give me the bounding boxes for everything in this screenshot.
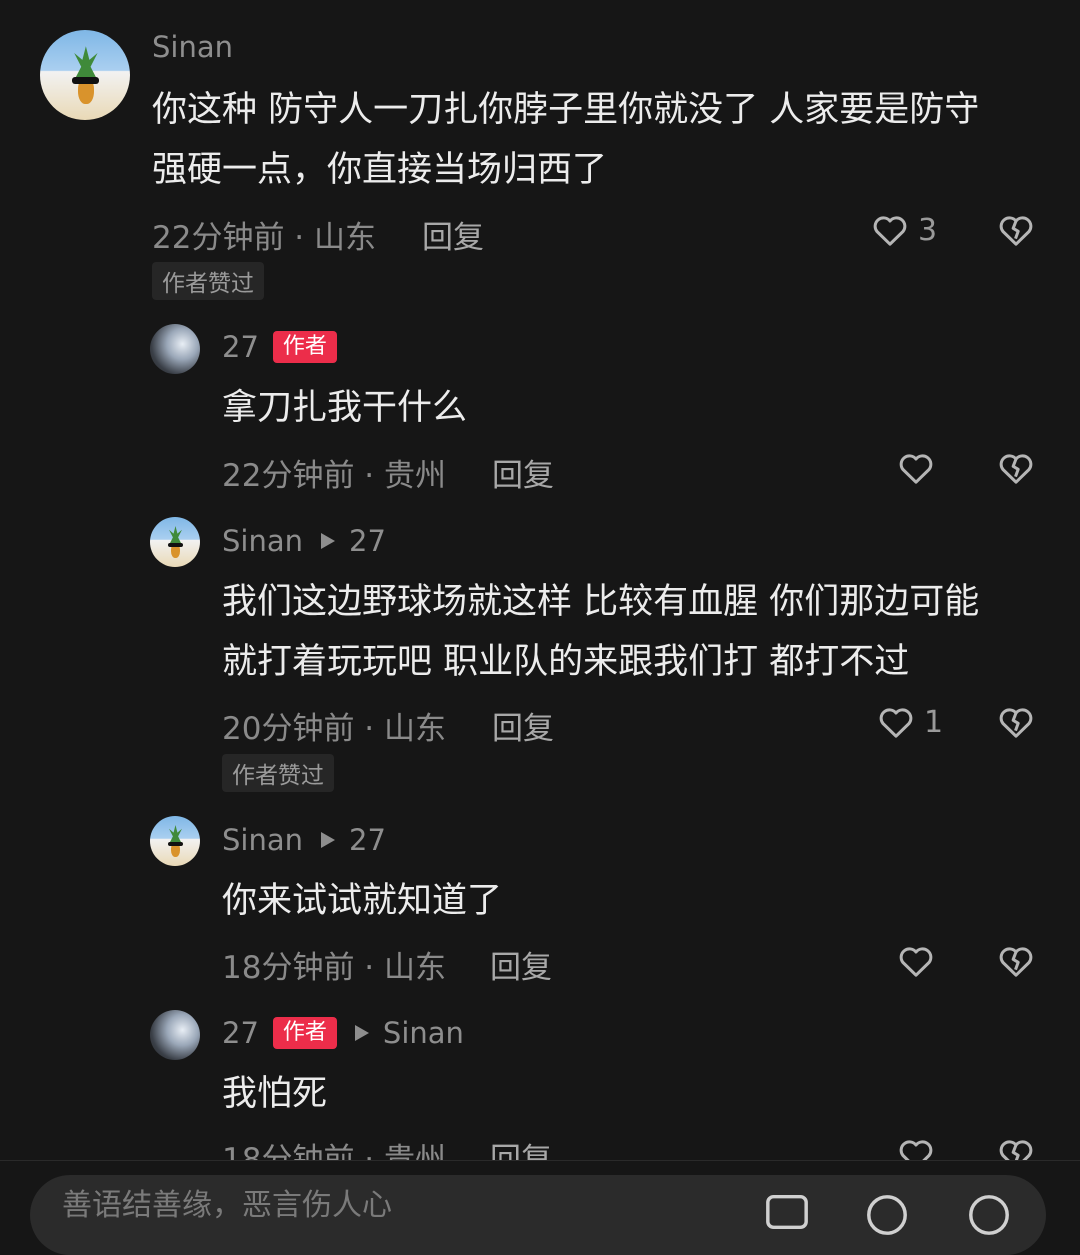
avatar[interactable]	[150, 816, 200, 866]
comment-text-line: 你这种 防守人一刀扎你脖子里你就没了 人家要是防守	[152, 90, 980, 130]
reply-button[interactable]: 回复	[492, 450, 554, 495]
reply-to-user[interactable]: 27	[349, 823, 386, 857]
heart-outline-icon	[899, 454, 933, 484]
dislike-button[interactable]	[996, 702, 1036, 742]
dislike-button[interactable]	[996, 448, 1036, 488]
comment-username[interactable]: 27 作者	[222, 330, 337, 364]
emoji-icon	[969, 1195, 1009, 1235]
avatar[interactable]	[150, 324, 200, 374]
reply-arrow-icon	[321, 533, 335, 549]
like-button[interactable]	[896, 448, 936, 488]
reply-to-user[interactable]: Sinan	[383, 1016, 464, 1050]
dislike-button[interactable]	[996, 941, 1036, 981]
image-icon	[766, 1194, 808, 1230]
at-icon	[867, 1195, 907, 1235]
comment-username[interactable]: 27 作者 Sinan	[222, 1016, 464, 1050]
at-button[interactable]	[864, 1192, 910, 1242]
comment-username[interactable]: Sinan 27	[222, 524, 386, 558]
emoji-button[interactable]	[966, 1192, 1012, 1242]
avatar[interactable]	[40, 30, 130, 120]
author-liked-badge: 作者赞过	[152, 262, 264, 300]
broken-heart-icon	[999, 454, 1033, 484]
broken-heart-icon	[999, 216, 1033, 246]
author-badge: 作者	[272, 331, 337, 363]
comment-input-placeholder: 善语结善缘，恶言伤人心	[62, 1188, 392, 1223]
reply-button[interactable]: 回复	[490, 942, 552, 987]
broken-heart-icon	[999, 708, 1033, 738]
comment-text-line: 你来试试就知道了	[222, 881, 503, 921]
reply-arrow-icon	[354, 1025, 369, 1041]
comment-time-location: 20分钟前 · 山东	[222, 711, 447, 747]
dislike-button[interactable]	[996, 210, 1036, 250]
comment-text-line: 就打着玩玩吧 职业队的来跟我们打 都打不过	[222, 642, 910, 682]
comment-time-location: 22分钟前 · 贵州	[222, 458, 447, 494]
author-liked-badge: 作者赞过	[222, 754, 334, 792]
like-count: 1	[924, 704, 944, 740]
comment-time-location: 18分钟前 · 山东	[222, 950, 447, 986]
reply-to-user[interactable]: 27	[349, 524, 386, 558]
heart-outline-icon	[879, 708, 913, 738]
avatar[interactable]	[150, 517, 200, 567]
reply-button[interactable]: 回复	[422, 212, 484, 257]
broken-heart-icon	[999, 947, 1033, 977]
heart-outline-icon	[873, 216, 907, 246]
like-count: 3	[918, 212, 938, 248]
reply-button[interactable]: 回复	[492, 703, 554, 748]
comment-text-line: 我们这边野球场就这样 比较有血腥 你们那边可能	[222, 582, 980, 622]
comment-username[interactable]: Sinan 27	[222, 823, 386, 857]
reply-arrow-icon	[321, 832, 335, 848]
comment-time-location: 22分钟前 · 山东	[152, 220, 377, 256]
comment-text-line: 强硬一点，你直接当场归西了	[152, 150, 608, 190]
like-button[interactable]: 3	[870, 210, 937, 250]
like-button[interactable]: 1	[876, 702, 943, 742]
comment-text-line: 我怕死	[222, 1074, 328, 1114]
author-badge: 作者	[272, 1017, 337, 1049]
comment-text-line: 拿刀扎我干什么	[222, 388, 468, 428]
heart-outline-icon	[899, 947, 933, 977]
like-button[interactable]	[896, 941, 936, 981]
comment-username[interactable]: Sinan	[152, 30, 233, 64]
image-button[interactable]	[764, 1192, 810, 1236]
avatar[interactable]	[150, 1010, 200, 1060]
